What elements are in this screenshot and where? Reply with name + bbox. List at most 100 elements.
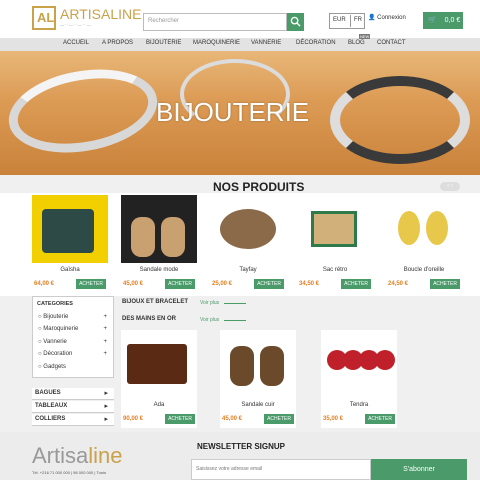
nav-item-contact[interactable]: Contact [377, 40, 406, 46]
hero-banner[interactable]: BIJOUTERIE [0, 51, 480, 175]
logo[interactable]: AL ARTISALINE — ·· — ·· — ·· — [32, 6, 141, 32]
chevron-right-icon: ▸ [104, 403, 108, 410]
product-image[interactable] [121, 195, 197, 263]
product-price: 25,00 € [212, 281, 233, 287]
subsection-title: BIJOUX ET BRACELET [122, 299, 189, 305]
product-card[interactable]: Sandale mode 45,00 € ACHETER [121, 195, 197, 295]
newsletter-email-input[interactable]: Saisissez votre adresse email [191, 459, 371, 480]
product-price: 90,00 € [123, 416, 144, 422]
buy-button[interactable]: ACHETER [430, 279, 460, 289]
product-image[interactable] [210, 195, 286, 263]
carousel-arrows[interactable]: ‹ › [440, 182, 460, 191]
buy-button[interactable]: ACHETER [165, 279, 195, 289]
product-name[interactable]: Sandale cuir [220, 402, 296, 408]
logo-tagline: — ·· — ·· — ·· — [60, 22, 91, 27]
categories-title: CATEGORIES [37, 301, 73, 307]
product-name[interactable]: Boucle d'oreille [386, 267, 462, 273]
featured-card[interactable]: Tendra 35,00 € ACHETER [321, 330, 397, 428]
product-name[interactable]: Gaïsha [32, 267, 108, 273]
currency-language-switch[interactable]: EUR FR [329, 13, 365, 29]
products-section-title: NOS PRODUITS [213, 180, 305, 194]
main-nav: Accueil A propos Bijouterie Maroquinerie… [0, 38, 480, 51]
footer-logo[interactable]: Artisaline [32, 443, 123, 469]
sidebar-row-bagues[interactable]: BAGUES ▸ [32, 388, 114, 400]
logo-name: ARTISALINE [60, 6, 142, 22]
categories-box: CATEGORIES ○ Bijouterie + ○ Maroquinerie… [32, 296, 114, 378]
product-card[interactable]: Sac rétro 34,50 € ACHETER [297, 195, 373, 295]
nav-item-blog[interactable]: Blog [348, 40, 365, 46]
category-bijouterie[interactable]: ○ Bijouterie [38, 314, 68, 320]
arrow-line-icon [224, 303, 246, 304]
expand-icon[interactable]: + [103, 351, 107, 357]
category-decoration[interactable]: ○ Décoration [38, 351, 72, 357]
bracelet-image-right [330, 76, 470, 164]
category-vannerie[interactable]: ○ Vannerie [38, 339, 67, 345]
cart-icon: 🛒 [428, 17, 437, 24]
featured-card[interactable]: Sandale cuir 45,00 € ACHETER [220, 330, 296, 428]
buy-button[interactable]: ACHETER [76, 279, 106, 289]
product-image[interactable] [32, 195, 108, 263]
featured-card[interactable]: Ada 90,00 € ACHETER [121, 330, 197, 428]
product-price: 64,00 € [34, 281, 55, 287]
cart-button[interactable]: 🛒 0,0 € [423, 12, 463, 29]
logo-mark-icon: AL [32, 6, 56, 30]
blog-badge: NEW [359, 34, 371, 39]
subscribe-button[interactable]: S'abonner [371, 459, 467, 480]
product-image[interactable] [297, 195, 373, 263]
buy-button[interactable]: ACHETER [341, 279, 371, 289]
search-button[interactable] [287, 13, 304, 31]
currency-selector[interactable]: EUR [333, 17, 346, 23]
language-selector[interactable]: FR [354, 17, 362, 23]
banner-title: BIJOUTERIE [156, 97, 310, 127]
user-icon: 👤 [368, 15, 376, 21]
nav-item-decoration[interactable]: Décoration [296, 40, 336, 46]
nav-item-apropos[interactable]: A propos [102, 40, 133, 46]
voir-plus-link[interactable]: Voir plus [200, 317, 219, 323]
account-label: Connexion [377, 15, 406, 21]
product-price: 45,00 € [123, 281, 144, 287]
footer-address: Tél. +216 71 000 000 | 98 000 000 | Tuni… [32, 470, 107, 475]
nav-item-accueil[interactable]: Accueil [63, 40, 89, 46]
product-name[interactable]: Tendra [321, 402, 397, 408]
expand-icon[interactable]: + [103, 314, 107, 320]
product-name[interactable]: Sandale mode [121, 267, 197, 273]
search-icon [290, 16, 301, 27]
account-link[interactable]: 👤 Connexion [368, 14, 406, 21]
product-image[interactable] [121, 330, 197, 398]
chevron-right-icon: ▸ [104, 416, 108, 423]
product-image[interactable] [321, 330, 397, 398]
expand-icon[interactable]: + [103, 326, 107, 332]
product-image[interactable] [386, 195, 462, 263]
buy-button[interactable]: ACHETER [165, 414, 195, 424]
product-price: 45,00 € [222, 416, 243, 422]
chevron-right-icon: ▸ [104, 390, 108, 397]
product-image[interactable] [220, 330, 296, 398]
divider [350, 15, 351, 27]
voir-plus-link[interactable]: Voir plus [200, 300, 219, 306]
product-price: 35,00 € [323, 416, 344, 422]
cart-total: 0,0 € [444, 17, 461, 24]
search-input[interactable]: Rechercher [143, 13, 287, 31]
product-card[interactable]: Boucle d'oreille 24,50 € ACHETER [386, 195, 462, 295]
category-maroquinerie[interactable]: ○ Maroquinerie [38, 326, 78, 332]
bracelet-image-left [2, 58, 164, 164]
buy-button[interactable]: ACHETER [365, 414, 395, 424]
nav-item-bijouterie[interactable]: Bijouterie [146, 40, 181, 46]
sidebar-row-colliers[interactable]: COLLIERS ▸ [32, 414, 114, 426]
product-name[interactable]: Ada [121, 402, 197, 408]
product-name[interactable]: Sac rétro [297, 267, 373, 273]
nav-item-maroquinerie[interactable]: Maroquinerie [193, 40, 240, 46]
product-card[interactable]: Gaïsha 64,00 € ACHETER [32, 195, 108, 295]
product-card[interactable]: Tayfay 25,00 € ACHETER [210, 195, 286, 295]
sidebar-row-tableaux[interactable]: TABLEAUX ▸ [32, 401, 114, 413]
sidebar: CATEGORIES ○ Bijouterie + ○ Maroquinerie… [32, 296, 114, 426]
buy-button[interactable]: ACHETER [254, 279, 284, 289]
buy-button[interactable]: ACHETER [264, 414, 294, 424]
product-price: 24,50 € [388, 281, 409, 287]
newsletter-title: NEWSLETTER SIGNUP [197, 442, 286, 451]
subsection-title: DES MAINS EN OR [122, 316, 177, 322]
category-gadgets[interactable]: ○ Gadgets [38, 364, 66, 370]
expand-icon[interactable]: + [103, 339, 107, 345]
nav-item-vannerie[interactable]: Vannerie [251, 40, 281, 46]
product-name[interactable]: Tayfay [210, 267, 286, 273]
